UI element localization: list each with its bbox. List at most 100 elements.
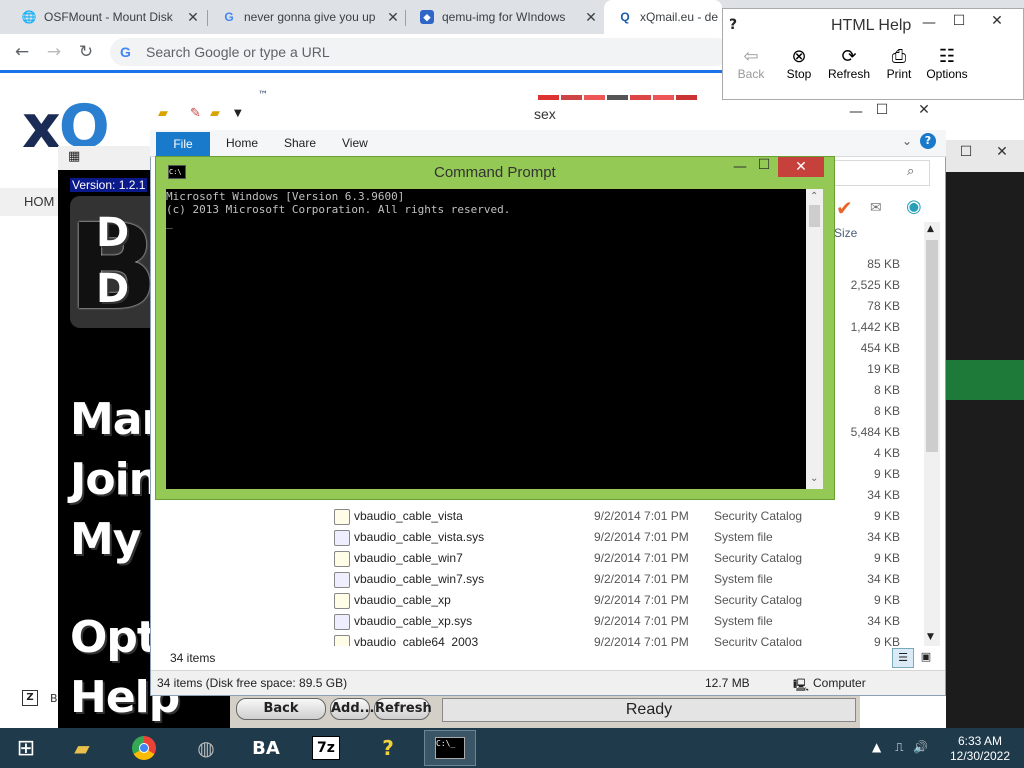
refresh-button[interactable]: ⟳ Refresh [823,45,875,81]
volume-icon[interactable]: 🔊 [913,740,928,754]
scroll-up-icon[interactable]: ⌃ [810,191,818,202]
file-name: vbaudio_cable64_2003 [354,635,479,646]
close-icon[interactable]: ✕ [182,9,204,26]
google-icon: G [120,44,131,60]
file-size: 9 KB [873,551,900,565]
page-load-progress [0,70,722,73]
window-title: Command Prompt [434,164,556,181]
close-button[interactable]: ✕ [778,157,824,177]
speaker-app-icon[interactable]: ◍ [180,730,232,766]
file-type: System file [714,614,773,628]
file-row[interactable]: vbaudio_cable_win7.sys 9/2/2014 7:01 PM … [334,569,904,590]
menu-item-manage[interactable]: Mar [70,394,163,445]
start-windows-icon[interactable]: ⊞ [0,730,52,766]
reload-icon[interactable]: ↻ [74,40,98,64]
minimize-icon[interactable]: — [915,15,943,31]
file-type: Security Catalog [714,509,803,523]
address-bar[interactable]: G Search Google or type a URL [110,38,730,66]
size-cell: 78 KB [867,299,900,313]
file-type: Security Catalog [714,635,803,646]
command-prompt-icon[interactable]: C:\_ [424,730,476,766]
ribbon-tabs: File Home Share View ⌄ ? [150,130,946,157]
tab-xqmail[interactable]: Q xQmail.eu - de s [604,0,722,34]
scrollbar-thumb[interactable] [809,205,820,227]
file-date: 9/2/2014 7:01 PM [594,551,689,565]
file-row[interactable]: vbaudio_cable64_2003 9/2/2014 7:01 PM Se… [334,632,904,646]
large-icons-view-icon[interactable]: ▣ [916,648,936,666]
new-folder-icon[interactable]: ▰ [210,106,220,121]
back-button[interactable]: Back [236,698,326,720]
scrollbar-thumb[interactable] [926,240,938,452]
help-icon[interactable]: ? [920,133,936,149]
file-row[interactable]: vbaudio_cable_xp.sys 9/2/2014 7:01 PM Sy… [334,611,904,632]
ribbon-expand-icon[interactable]: ⌄ [902,134,912,148]
quick-access-dropdown-icon[interactable]: ▼ [234,108,242,119]
file-row[interactable]: vbaudio_cable_vista 9/2/2014 7:01 PM Sec… [334,506,904,527]
stop-button[interactable]: ⊗ Stop [773,45,825,81]
tab-title: never gonna give you up [244,10,376,24]
file-date: 9/2/2014 7:01 PM [594,509,689,523]
maximize-icon[interactable]: ☐ [945,13,973,29]
console-output[interactable]: Microsoft Windows [Version 6.3.9600] (c) … [166,189,806,489]
envelope-icon: ✉ [870,200,882,216]
search-input[interactable]: ⌕ [832,160,930,186]
chrome-icon[interactable] [118,730,170,766]
close-icon[interactable]: ✕ [382,9,404,26]
close-icon[interactable]: ✕ [910,102,938,118]
size-cell: 8 KB [873,404,900,418]
7zip-icon[interactable]: 7z [300,730,352,766]
scroll-down-icon[interactable]: ⌄ [810,473,818,484]
size-cell: 454 KB [860,341,900,355]
tray-expand-icon[interactable]: ▲ [872,740,881,754]
back-button[interactable]: ⇦ Back [725,45,777,81]
console-line: (c) 2013 Microsoft Corporation. All righ… [166,203,511,216]
launcher-app-icon: ▦ [68,149,81,164]
tab-share[interactable]: Share [284,136,316,150]
file-type: System file [714,572,773,586]
details-view-icon[interactable]: ☰ [892,648,914,668]
menu-item-join[interactable]: Join [70,454,160,505]
computer-icon: 🖳 [793,678,810,692]
game-titlebar: ☐ ✕ [946,140,1024,172]
band-launcher-icon[interactable]: BA [240,730,292,766]
properties-icon[interactable]: ✎ [190,106,201,121]
file-row[interactable]: vbaudio_cable_xp 9/2/2014 7:01 PM Securi… [334,590,904,611]
tab-home[interactable]: Home [226,136,258,150]
maximize-icon[interactable]: ☐ [952,144,980,160]
column-header-size[interactable]: Size [834,226,857,240]
close-icon[interactable]: ✕ [983,13,1011,29]
refresh-button[interactable]: Refresh [374,698,432,720]
maximize-icon[interactable]: ☐ [868,102,896,118]
options-button[interactable]: ☷ Options [921,45,973,81]
file-explorer-icon[interactable]: ▰ [56,730,108,766]
address-placeholder: Search Google or type a URL [146,44,330,60]
file-row[interactable]: vbaudio_cable_win7 9/2/2014 7:01 PM Secu… [334,548,904,569]
file-size: 34 KB [867,572,900,586]
size-cell: 9 KB [873,467,900,481]
size-cell: 5,484 KB [850,425,900,439]
minimize-icon[interactable]: — [842,104,870,120]
forward-arrow-icon[interactable]: → [42,40,66,64]
back-arrow-icon[interactable]: ← [10,40,34,64]
scroll-down-icon[interactable]: ▼ [927,632,934,642]
file-row[interactable]: vbaudio_cable_vista.sys 9/2/2014 7:01 PM… [334,527,904,548]
network-icon[interactable]: ⎍ [895,740,903,754]
html-help-icon[interactable]: ? [362,730,414,766]
tab-file[interactable]: File [156,132,210,156]
tab-never-gonna[interactable]: G never gonna give you up ✕ [208,0,404,34]
console-scrollbar[interactable]: ⌃ ⌄ [806,189,823,489]
tab-view[interactable]: View [342,136,368,150]
tab-qemu-img[interactable]: ◆ qemu-img for WIndows ✕ [406,0,602,34]
add-button[interactable]: Add... [330,698,375,720]
file-type: Security Catalog [714,551,803,565]
search-icon: ⌕ [907,164,915,179]
scroll-up-icon[interactable]: ▲ [927,224,934,234]
close-icon[interactable]: ✕ [988,144,1016,160]
tab-osfmount[interactable]: 🌐 OSFMount - Mount Disk ✕ [8,0,204,34]
printer-icon: ⎙ [891,46,907,66]
print-button[interactable]: ⎙ Print [873,45,925,81]
system-clock[interactable]: 6:33 AM 12/30/2022 [940,734,1020,764]
close-icon[interactable]: ✕ [580,9,602,26]
nav-home[interactable]: HOM [0,188,60,216]
maximize-icon[interactable]: ☐ [750,157,778,173]
